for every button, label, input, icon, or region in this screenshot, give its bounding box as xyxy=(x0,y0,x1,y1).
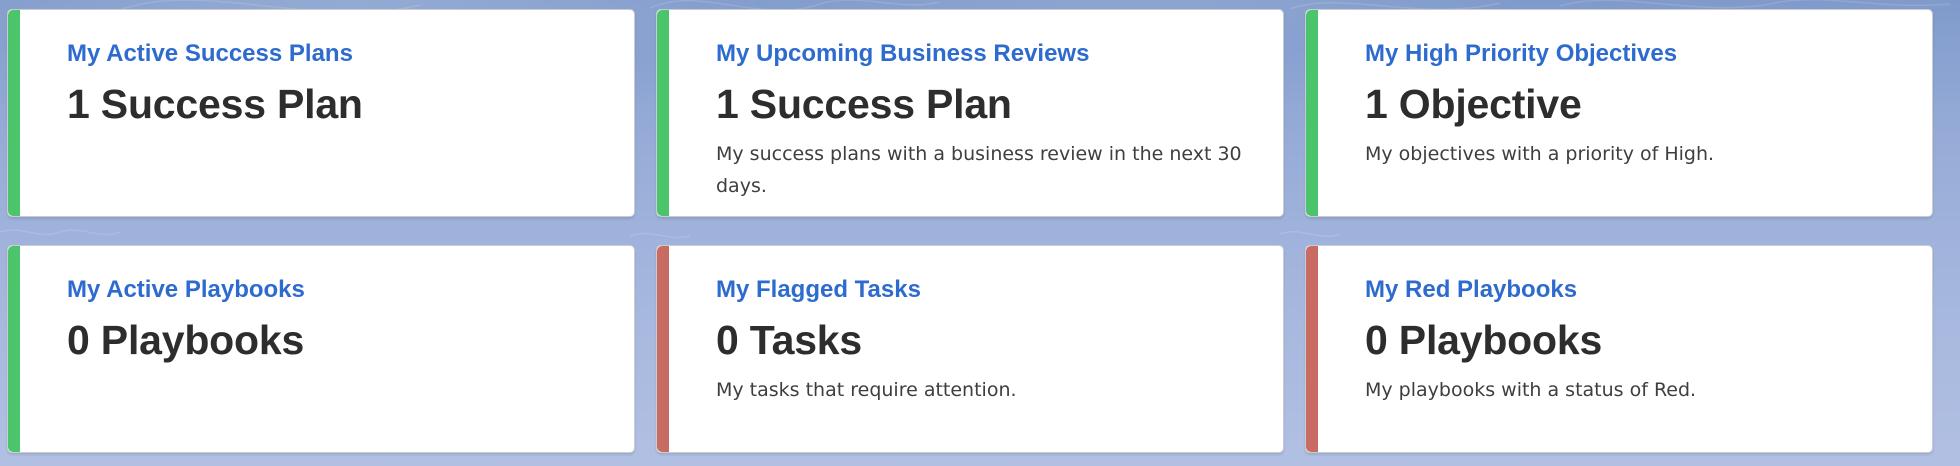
status-indicator xyxy=(8,10,20,216)
card-title-link[interactable]: My Active Playbooks xyxy=(67,276,305,304)
card-description: My playbooks with a status of Red. xyxy=(1365,379,1697,401)
status-indicator xyxy=(1306,10,1318,216)
card-metric-value: 0 Playbooks xyxy=(67,317,305,363)
status-indicator xyxy=(657,246,669,452)
card-upcoming-business-reviews[interactable]: My Upcoming Business Reviews 1 Success P… xyxy=(656,9,1284,217)
card-active-success-plans[interactable]: My Active Success Plans 1 Success Plan xyxy=(7,9,635,217)
card-metric-value: 1 Success Plan xyxy=(716,81,1012,127)
card-title-link[interactable]: My Upcoming Business Reviews xyxy=(716,40,1089,68)
card-metric-value: 1 Success Plan xyxy=(67,81,363,127)
card-high-priority-objectives[interactable]: My High Priority Objectives 1 Objective … xyxy=(1305,9,1933,217)
card-metric-value: 0 Tasks xyxy=(716,317,863,363)
card-description: My tasks that require attention. xyxy=(716,379,1017,401)
status-indicator xyxy=(8,246,20,452)
card-description: My success plans with a business review … xyxy=(716,143,1242,197)
card-metric-value: 1 Objective xyxy=(1365,81,1582,127)
card-title-link[interactable]: My Active Success Plans xyxy=(67,40,353,68)
card-flagged-tasks[interactable]: My Flagged Tasks 0 Tasks My tasks that r… xyxy=(656,245,1284,453)
card-title-link[interactable]: My High Priority Objectives xyxy=(1365,40,1677,68)
status-indicator xyxy=(1306,246,1318,452)
dashboard-card-grid: My Active Success Plans 1 Success Plan M… xyxy=(0,0,1960,466)
card-active-playbooks[interactable]: My Active Playbooks 0 Playbooks xyxy=(7,245,635,453)
card-title-link[interactable]: My Red Playbooks xyxy=(1365,276,1577,304)
card-metric-value: 0 Playbooks xyxy=(1365,317,1603,363)
status-indicator xyxy=(657,10,669,216)
card-description: My objectives with a priority of High. xyxy=(1365,143,1715,165)
card-red-playbooks[interactable]: My Red Playbooks 0 Playbooks My playbook… xyxy=(1305,245,1933,453)
card-title-link[interactable]: My Flagged Tasks xyxy=(716,276,921,304)
